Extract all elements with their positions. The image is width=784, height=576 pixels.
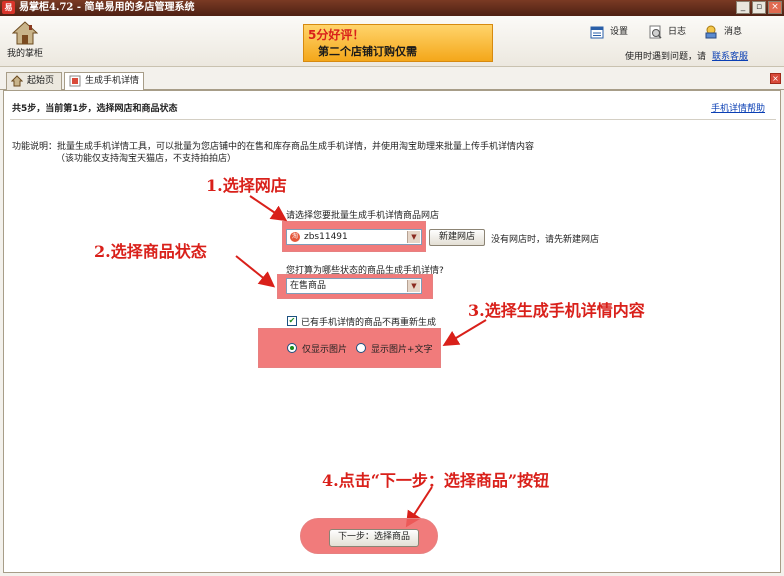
contact-support-link[interactable]: 联系客服 <box>712 52 748 62</box>
mobile-detail-icon <box>69 75 81 87</box>
no-shop-note: 没有网店时，请先新建网店 <box>491 235 600 245</box>
skip-existing-checkbox[interactable]: ✔ <box>287 316 297 326</box>
annotation-step3: 3.选择生成手机详情内容 <box>468 301 645 320</box>
images-only-label: 仅显示图片 <box>302 345 348 355</box>
annotation-step1: 1.选择网店 <box>206 176 287 195</box>
minimize-button[interactable]: _ <box>736 1 750 14</box>
tab-label: 生成手机详情 <box>85 76 140 86</box>
log-icon <box>649 25 662 39</box>
title-bar: 易 易掌柜4.72 - 简单易用的多店管理系统 _ ▫ × <box>0 0 784 16</box>
new-shop-button[interactable]: 新建网店 <box>429 229 485 246</box>
tab-mobile-detail[interactable]: 生成手机详情 <box>64 72 144 91</box>
close-window-button[interactable]: × <box>768 1 782 14</box>
help-line: 使用时遇到问题，请 联系客服 <box>625 49 748 62</box>
shop-question-label: 请选择您要批量生成手机详情商品网店 <box>286 211 440 221</box>
log-label: 日志 <box>668 27 687 37</box>
tab-label: 起始页 <box>27 76 55 86</box>
message-icon <box>705 25 717 39</box>
shop-select[interactable]: 淘 zbs11491 ▼ <box>286 229 422 245</box>
mobile-detail-help-link[interactable]: 手机详情帮助 <box>711 101 765 114</box>
promo-banner[interactable]: 5分好评！ 第二个店铺订购仅需 <box>303 24 493 62</box>
help-text: 使用时遇到问题，请 <box>625 52 707 62</box>
step-header: 共5步，当前第1步，选择网店和商品状态 <box>12 104 178 114</box>
tab-strip: 起始页 生成手机详情 <box>0 67 784 91</box>
settings-button[interactable]: 设置 <box>590 25 630 39</box>
tab-start-page[interactable]: 起始页 <box>6 72 62 90</box>
shop-logo-icon: 淘 <box>290 232 300 242</box>
top-toolbar: 我的掌柜 5分好评！ 第二个店铺订购仅需 设置 日志 消息 使用时遇到问题，请联… <box>0 16 784 67</box>
status-select[interactable]: 在售商品 ▼ <box>286 278 422 294</box>
message-button[interactable]: 消息 <box>704 25 746 39</box>
message-label: 消息 <box>724 27 743 37</box>
my-store-label: 我的掌柜 <box>6 49 43 59</box>
window-title: 易掌柜4.72 - 简单易用的多店管理系统 <box>19 2 195 13</box>
calendar-icon <box>590 26 604 39</box>
app-icon: 易 <box>2 1 15 14</box>
banner-line2: 第二个店铺订购仅需 <box>318 45 417 58</box>
my-store-button[interactable]: 我的掌柜 <box>3 19 47 63</box>
skip-existing-label: 已有手机详情的商品不再重新生成 <box>301 318 437 328</box>
next-step-button[interactable]: 下一步：选择商品 <box>329 529 419 547</box>
restore-button[interactable]: ▫ <box>752 1 766 14</box>
settings-label: 设置 <box>610 27 629 37</box>
close-tab-icon[interactable]: × <box>770 73 781 84</box>
next-highlight: 下一步：选择商品 <box>300 518 438 554</box>
log-button[interactable]: 日志 <box>648 25 688 39</box>
banner-line1: 5分好评！ <box>308 28 365 42</box>
divider <box>10 119 776 120</box>
status-select-value: 在售商品 <box>290 281 327 291</box>
house-icon <box>11 75 23 87</box>
annotation-step4: 4.点击“下一步：选择商品”按钮 <box>322 471 550 490</box>
images-text-radio[interactable] <box>356 343 366 353</box>
annotation-step2: 2.选择商品状态 <box>94 242 207 261</box>
shop-select-value: zbs11491 <box>304 232 348 242</box>
images-only-radio[interactable] <box>287 343 297 353</box>
images-text-label: 显示图片+文字 <box>371 345 433 355</box>
chevron-down-icon: ▼ <box>407 231 420 243</box>
chevron-down-icon: ▼ <box>407 280 420 292</box>
house-icon <box>12 21 38 45</box>
feature-note: （该功能仅支持淘宝天猫店，不支持拍拍店） <box>56 154 237 164</box>
